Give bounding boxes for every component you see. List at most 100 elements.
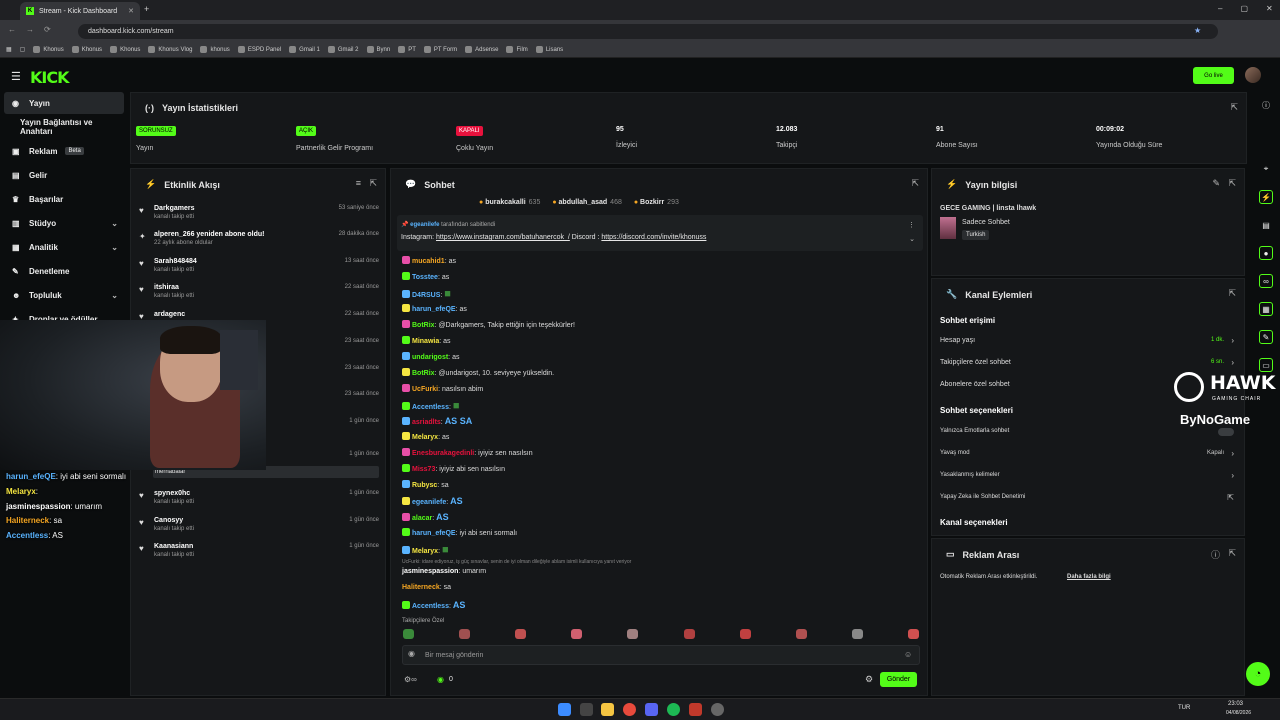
- bookmark-item[interactable]: Gmail 2: [327, 46, 359, 53]
- top-gifter[interactable]: ● Bozkirr 293: [634, 199, 679, 206]
- new-tab-icon[interactable]: +: [144, 4, 149, 14]
- chevron-down-icon[interactable]: ⌄: [909, 235, 915, 243]
- reload-icon[interactable]: ⟳: [44, 25, 51, 34]
- hamburger-menu-icon[interactable]: ☰: [11, 70, 21, 83]
- maximize-icon[interactable]: ▢: [1240, 4, 1248, 13]
- bookmark-item[interactable]: Lisans: [535, 46, 563, 53]
- chat-input[interactable]: Bir mesaj gönderin: [402, 645, 920, 665]
- chat-username[interactable]: harun_efeQE: [412, 306, 456, 313]
- sidebar-item-2[interactable]: ▣ Reklam Beta: [4, 140, 124, 162]
- chat-username[interactable]: BotRix: [412, 322, 435, 329]
- chat-username[interactable]: Melaryx: [412, 548, 438, 555]
- bookmark-item[interactable]: khonus: [200, 46, 230, 53]
- document-icon[interactable]: ▤: [1259, 218, 1273, 232]
- quick-emote-icon[interactable]: [739, 629, 751, 639]
- chat-option-row[interactable]: Yasaklanmış kelimeler: [940, 472, 1000, 478]
- chevron-right-icon[interactable]: ›: [1231, 358, 1234, 367]
- sidebar-item-3[interactable]: ▤ Gelir: [4, 164, 124, 186]
- sidebar-item-4[interactable]: ♛ Başarılar: [4, 188, 124, 210]
- filter-icon[interactable]: ≡: [356, 178, 361, 188]
- pinned-link-discord[interactable]: https://discord.com/invite/khonuss: [601, 234, 706, 241]
- bookmark-item[interactable]: Bynn: [366, 46, 390, 53]
- folder-icon[interactable]: ▢: [20, 46, 26, 53]
- chat-username[interactable]: UcFurki: [412, 386, 438, 393]
- pinned-link-instagram[interactable]: https://www.instagram.com/batuhanercok_/: [436, 234, 570, 241]
- chat-username[interactable]: Accentless: [412, 404, 449, 411]
- spotify-icon[interactable]: [667, 703, 680, 716]
- emote-picker-icon[interactable]: ◉: [408, 649, 415, 658]
- chat-username[interactable]: jasminespassion: [402, 568, 458, 575]
- wrench-icon[interactable]: ✎: [1259, 330, 1273, 344]
- popout-icon[interactable]: ⇱: [1230, 102, 1238, 113]
- quick-emote-icon[interactable]: [403, 629, 414, 639]
- scan-icon[interactable]: ⌖: [1259, 162, 1273, 176]
- chat-username[interactable]: Enesburakagedinli: [412, 450, 474, 457]
- chat-username[interactable]: Accentless: [412, 603, 449, 610]
- store-icon[interactable]: ▦: [1259, 302, 1273, 316]
- bookmark-item[interactable]: Khonus: [33, 46, 64, 53]
- edit-pencil-icon[interactable]: ✎: [1212, 178, 1220, 189]
- chat-username[interactable]: Melaryx: [412, 434, 438, 441]
- chat-username[interactable]: Minawia: [412, 338, 439, 345]
- smiley-icon[interactable]: ☺: [904, 650, 912, 659]
- lightning-icon[interactable]: ⚡: [1259, 190, 1273, 204]
- chat-username[interactable]: egeanilefe: [412, 499, 446, 506]
- external-link-icon[interactable]: ⇱: [1227, 493, 1234, 502]
- sidebar-item-0[interactable]: ◉ Yayın: [4, 92, 124, 114]
- chat-option-row[interactable]: Yapay Zeka ile Sohbet Denetimi: [940, 494, 1025, 500]
- info-icon[interactable]: ⓘ: [1211, 548, 1220, 561]
- avatar[interactable]: [1245, 67, 1261, 83]
- channel-points-icon[interactable]: ⚙∞: [404, 675, 417, 684]
- chat-username[interactable]: mucahid1: [412, 258, 445, 265]
- quick-emote-icon[interactable]: [627, 629, 639, 639]
- chat-username[interactable]: harun_efeQE: [412, 530, 456, 537]
- top-gifter[interactable]: ● burakcakalli 635: [479, 199, 540, 206]
- chat-access-row[interactable]: Hesap yaşı: [940, 337, 975, 344]
- quick-emote-icon[interactable]: [459, 629, 471, 639]
- sidebar-item-6[interactable]: ▦ Analitik ⌄: [4, 236, 124, 258]
- chat-username[interactable]: Rubysc: [412, 482, 437, 489]
- quick-emote-icon[interactable]: [571, 629, 583, 639]
- bookmark-item[interactable]: Khonus Vlog: [148, 46, 192, 53]
- chat-access-row[interactable]: Takipçilere özel sohbet: [940, 359, 1011, 366]
- bookmark-item[interactable]: Khonus: [110, 46, 140, 53]
- bookmark-star-icon[interactable]: ★: [1194, 26, 1201, 35]
- chat-username[interactable]: asriadlts: [412, 419, 441, 426]
- kick-logo[interactable]: KICK: [30, 68, 69, 87]
- browser-tab[interactable]: K Stream - Kick Dashboard ✕: [20, 2, 140, 20]
- event-name[interactable]: spynex0hc: [154, 490, 379, 497]
- quick-emote-icon[interactable]: [795, 629, 807, 639]
- learn-more-link[interactable]: Daha fazla bilgi: [1067, 574, 1111, 580]
- windows-start-icon[interactable]: [558, 703, 571, 716]
- chat-username[interactable]: Tosstee: [412, 274, 438, 281]
- help-chat-button[interactable]: ◔: [1246, 662, 1270, 686]
- chat-username[interactable]: Miss73: [412, 466, 435, 473]
- event-name[interactable]: Canosyy: [154, 517, 379, 524]
- popout-icon[interactable]: ⇱: [1228, 548, 1236, 559]
- quick-emote-icon[interactable]: [515, 629, 527, 639]
- chat-username[interactable]: undarigost: [412, 354, 448, 361]
- quick-emote-icon[interactable]: [851, 629, 863, 639]
- bookmark-item[interactable]: Khonus: [71, 46, 102, 53]
- more-options-icon[interactable]: ⋮: [908, 221, 915, 229]
- info-icon[interactable]: ⓘ: [1259, 98, 1273, 112]
- popout-icon[interactable]: ⇱: [911, 178, 919, 189]
- bookmark-item[interactable]: Adsense: [465, 46, 498, 53]
- bookmark-item[interactable]: PT: [398, 46, 416, 53]
- window-close-icon[interactable]: ✕: [1266, 4, 1273, 13]
- popout-icon[interactable]: ⇱: [1228, 178, 1236, 189]
- top-gifter[interactable]: ● abdullah_asad 468: [552, 199, 622, 206]
- forward-icon[interactable]: →: [26, 25, 34, 34]
- app-icon[interactable]: [689, 703, 702, 716]
- sidebar-item-1[interactable]: Yayın Bağlantısı ve Anahtarı: [4, 116, 124, 138]
- chat-option-row[interactable]: Yalnızca Emotlarla sohbet: [940, 428, 1009, 434]
- bookmark-item[interactable]: Film: [506, 46, 528, 53]
- chat-settings-gear-icon[interactable]: ⚙: [865, 674, 873, 685]
- bookmark-item[interactable]: Gmail 1: [289, 46, 320, 53]
- popout-icon[interactable]: ⇱: [369, 178, 377, 189]
- chat-username[interactable]: D4RSUS: [412, 292, 440, 299]
- obs-icon[interactable]: [711, 703, 724, 716]
- chat-bubble-icon[interactable]: ●: [1259, 246, 1273, 260]
- close-icon[interactable]: ✕: [128, 7, 134, 15]
- minimize-icon[interactable]: –: [1218, 4, 1222, 13]
